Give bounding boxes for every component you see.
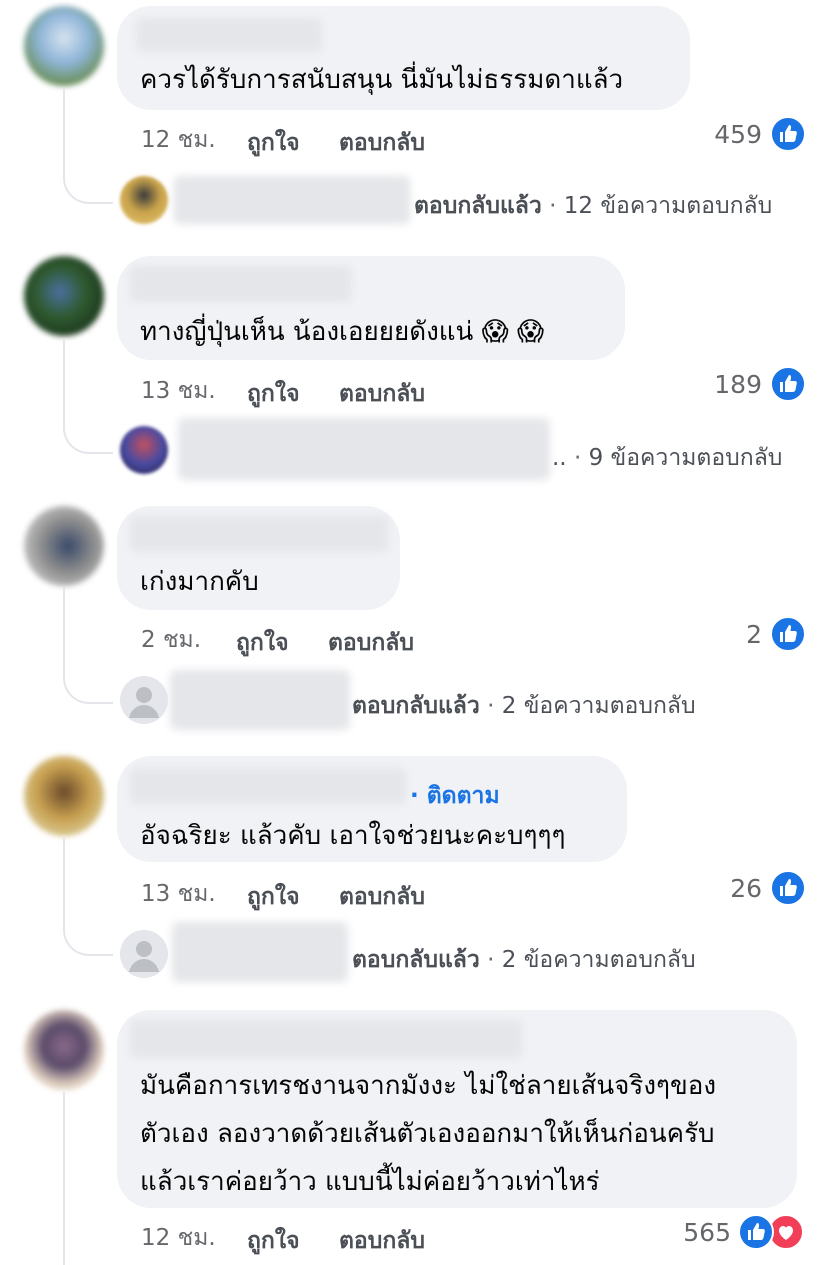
view-replies-link[interactable]: .. · 9 ข้อความตอบกลับ (552, 440, 782, 476)
thread-connector (63, 150, 113, 204)
reply-count: 2 ข้อความตอบกลับ (501, 947, 696, 973)
avatar[interactable] (120, 176, 168, 224)
thread-line (63, 1092, 65, 1265)
avatar[interactable] (24, 1010, 104, 1090)
author-name-redacted[interactable] (130, 266, 352, 302)
comment-text: ทางญี่ปุ่นเห็น น้องเอยยยดังแน่ 😱 😱 (140, 317, 545, 347)
thread-line (63, 588, 65, 658)
like-button[interactable]: ถูกใจ (247, 879, 300, 915)
avatar[interactable] (24, 256, 104, 336)
reply-author-redacted[interactable] (170, 670, 350, 730)
comment-time[interactable]: 12 ชม. (141, 1220, 216, 1256)
reaction-count[interactable]: 189 (690, 370, 762, 399)
reply-count: 9 ข้อความตอบกลับ (588, 445, 783, 471)
like-reaction-icon (770, 116, 806, 152)
view-replies-link[interactable]: ตอบกลับแล้ว · 2 ข้อความตอบกลับ (352, 942, 696, 978)
comment-text: มันคือการเทรชงานจากมังงะ ไม่ใช่ลายเส้นจร… (140, 1062, 716, 1206)
comment-time[interactable]: 13 ชม. (141, 876, 216, 912)
like-reaction-icon (770, 616, 806, 652)
reply-button[interactable]: ตอบกลับ (339, 879, 425, 915)
reply-button[interactable]: ตอบกลับ (339, 376, 425, 412)
thread-connector (63, 902, 113, 956)
comment-time[interactable]: 2 ชม. (141, 622, 201, 658)
thread-line (63, 88, 65, 158)
reaction-count[interactable]: 26 (690, 874, 762, 903)
separator: · (549, 193, 557, 219)
comment-text: เก่งมากคับ (140, 567, 259, 597)
like-button[interactable]: ถูกใจ (247, 1223, 300, 1259)
comment-time[interactable]: 13 ชม. (141, 373, 216, 409)
reply-button[interactable]: ตอบกลับ (328, 625, 414, 661)
view-replies-link[interactable]: ตอบกลับแล้ว · 2 ข้อความตอบกลับ (352, 688, 696, 724)
reply-author-redacted[interactable] (172, 922, 348, 982)
reaction-count[interactable]: 459 (690, 120, 762, 149)
comment-time[interactable]: 12 ชม. (141, 122, 216, 158)
view-replies-link[interactable]: ตอบกลับแล้ว · 12 ข้อความตอบกลับ (414, 188, 772, 224)
author-name-redacted[interactable] (130, 1020, 522, 1058)
replied-label: ตอบกลับแล้ว (352, 947, 480, 973)
like-button[interactable]: ถูกใจ (247, 125, 300, 161)
avatar[interactable] (24, 506, 104, 586)
like-button[interactable]: ถูกใจ (247, 376, 300, 412)
replied-label: ตอบกลับแล้ว (414, 193, 542, 219)
comment-line: แล้วเราค่อยว้าว แบบนี้ไม่ค่อยว้าวเท่าไหร… (140, 1167, 600, 1197)
reaction-count[interactable]: 565 (655, 1218, 731, 1247)
separator: · (487, 693, 495, 719)
comment-text: อัจฉริยะ แล้วคับ เอาใจช่วยนะคะบๆๆๆ (140, 821, 566, 851)
reply-count: 12 ข้อความตอบกลับ (563, 193, 773, 219)
like-button[interactable]: ถูกใจ (236, 625, 289, 661)
comment-line: มันคือการเทรชงานจากมังงะ ไม่ใช่ลายเส้นจร… (140, 1071, 717, 1101)
reaction-count[interactable]: 2 (690, 620, 762, 649)
thread-connector (63, 400, 113, 454)
replied-label: ตอบกลับแล้ว (352, 693, 480, 719)
thread-connector (63, 650, 113, 704)
like-reaction-icon (770, 870, 806, 906)
default-avatar-icon[interactable] (120, 676, 168, 724)
comment-text: ควรได้รับการสนับสนุน นี่มันไม่ธรรมดาแล้ว (140, 65, 624, 95)
follow-button[interactable]: · ติดตาม (410, 778, 500, 814)
reply-author-redacted[interactable] (174, 176, 410, 224)
like-reaction-icon (770, 366, 806, 402)
avatar[interactable] (24, 6, 104, 86)
like-reaction-icon (738, 1214, 774, 1250)
default-avatar-icon[interactable] (120, 930, 168, 978)
avatar[interactable] (120, 426, 168, 474)
reply-author-redacted[interactable] (178, 418, 550, 480)
author-name-redacted[interactable] (130, 768, 406, 804)
avatar[interactable] (24, 756, 104, 836)
ellipsis: .. (552, 445, 567, 471)
thread-line (63, 838, 65, 908)
separator: · (573, 445, 582, 471)
reply-button[interactable]: ตอบกลับ (339, 125, 425, 161)
reply-count: 2 ข้อความตอบกลับ (501, 693, 696, 719)
comment-line: ตัวเอง ลองวาดด้วยเส้นตัวเองออกมาให้เห็นก… (140, 1119, 715, 1149)
separator: · (487, 947, 495, 973)
author-name-redacted[interactable] (130, 516, 388, 552)
author-name-redacted[interactable] (136, 18, 322, 52)
thread-line (63, 338, 65, 408)
reply-button[interactable]: ตอบกลับ (339, 1223, 425, 1259)
